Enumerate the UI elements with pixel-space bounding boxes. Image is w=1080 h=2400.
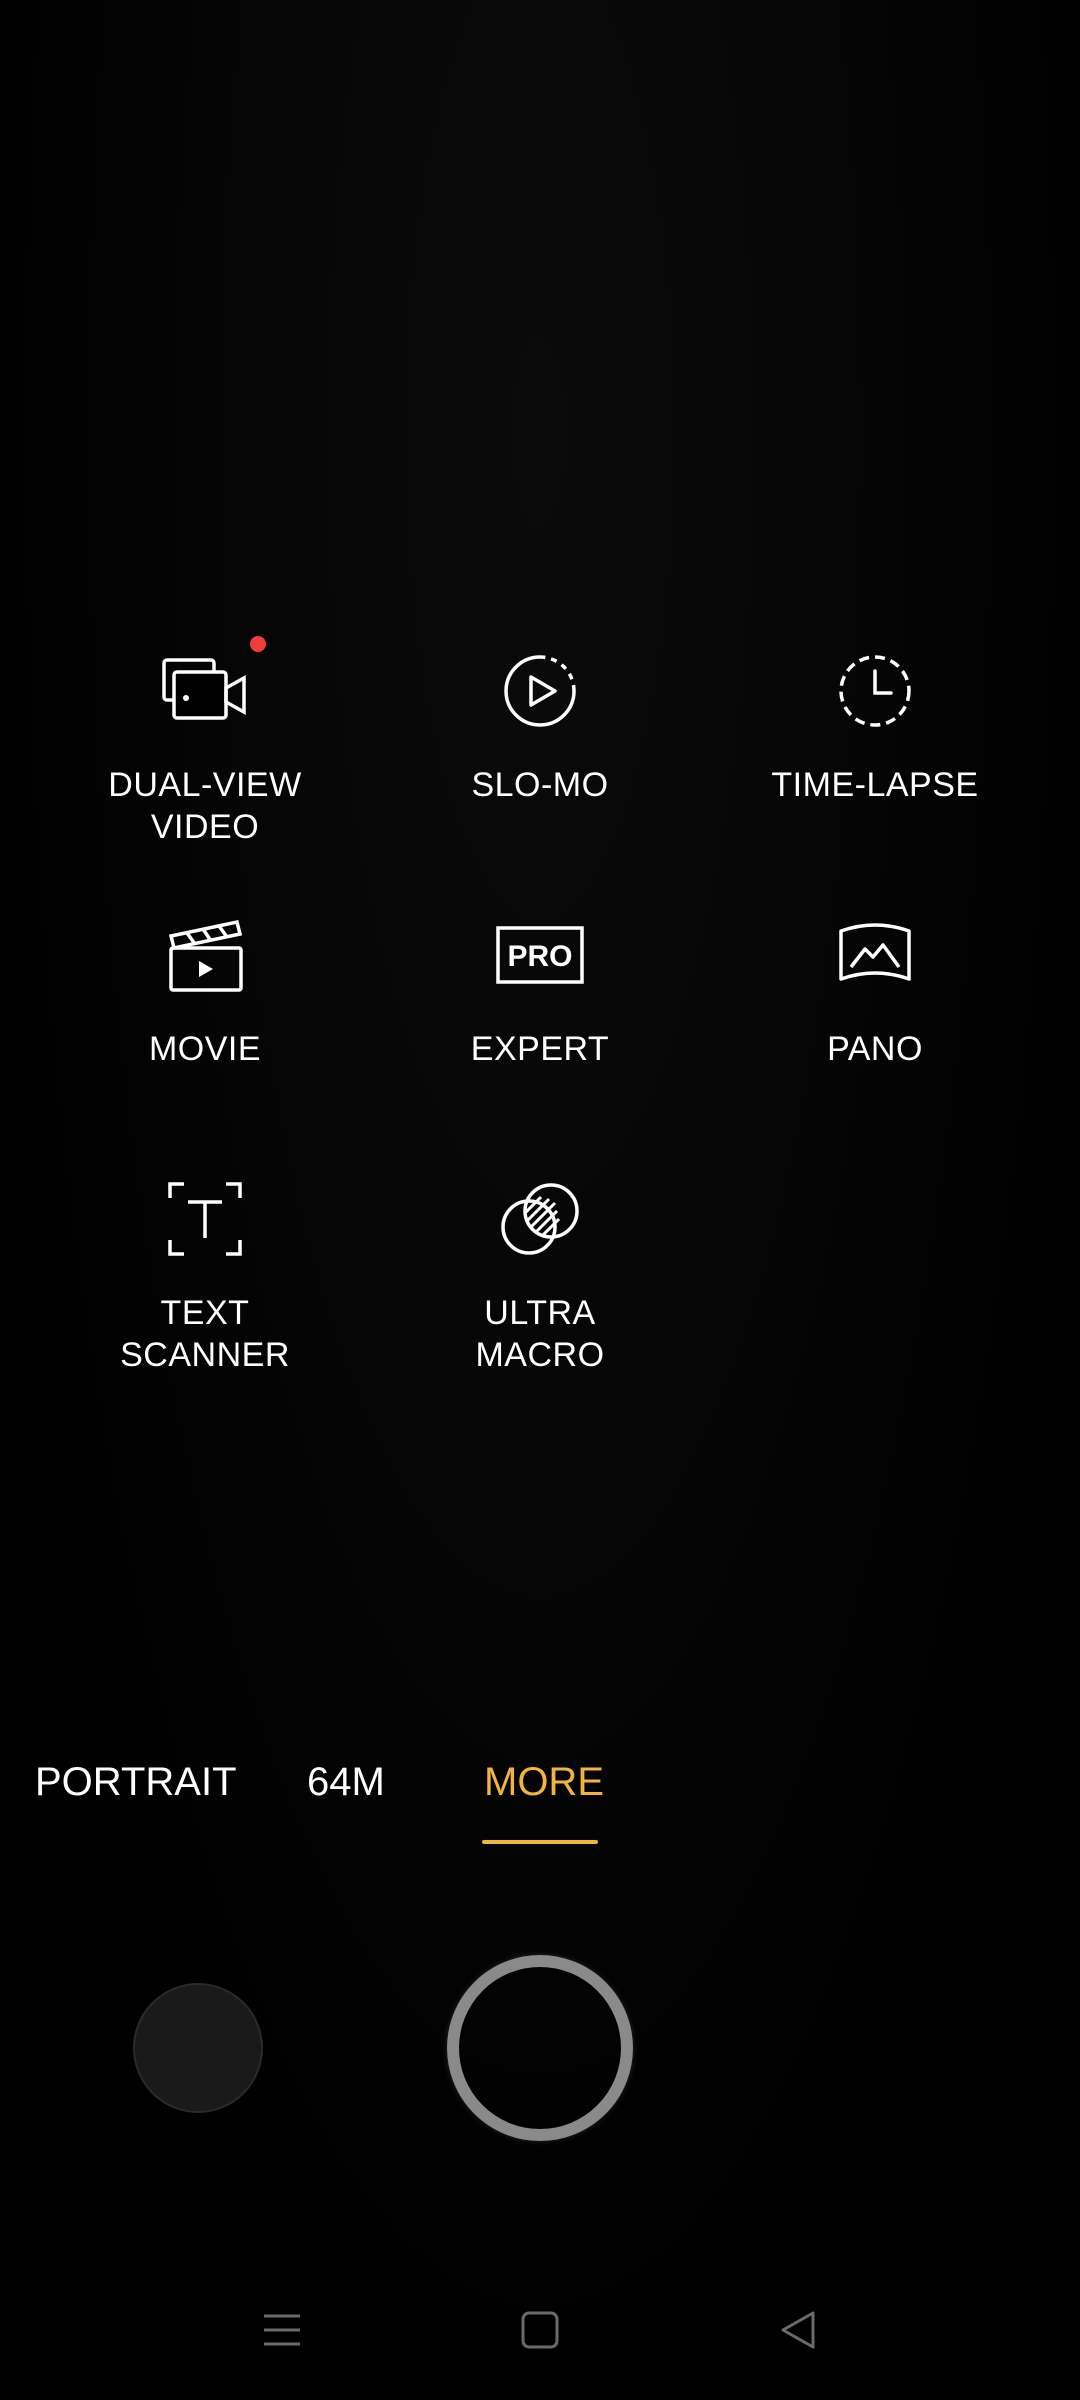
mode-time-lapse[interactable]: TIME-LAPSE [725,636,1025,806]
mode-tab-portrait[interactable]: PORTRAIT [35,1752,237,1812]
mode-text-scanner[interactable]: TEXT SCANNER [55,1164,355,1376]
home-icon [521,2311,559,2349]
mode-label: ULTRA MACRO [475,1294,605,1374]
mode-label: TEXT SCANNER [120,1294,290,1374]
back-button[interactable] [768,2300,828,2360]
back-icon [781,2311,815,2349]
mode-ultra-macro[interactable]: ULTRA MACRO [390,1164,690,1376]
text-scanner-icon [150,1164,260,1274]
mode-slo-mo[interactable]: SLO-MO [390,636,690,806]
gallery-thumbnail-button[interactable] [133,1983,263,2113]
mode-label: SLO-MO [471,766,609,804]
mode-label: MOVIE [148,1030,262,1068]
pro-icon: PRO [485,900,595,1010]
recent-apps-button[interactable] [252,2300,312,2360]
active-tab-indicator [482,1840,598,1844]
mode-pano[interactable]: PANO [725,900,1025,1070]
mode-label: EXPERT [470,1030,610,1068]
pro-icon-text: PRO [507,940,572,973]
mode-label: DUAL-VIEW VIDEO [108,766,302,846]
home-button[interactable] [510,2300,570,2360]
menu-icon [264,2314,300,2346]
ultra-macro-icon [485,1164,595,1274]
mode-tab-64m[interactable]: 64M [307,1752,385,1812]
dual-view-video-icon [150,636,260,746]
camera-mode-strip: PORTRAIT 64M MORE [0,1752,1080,1812]
movie-clapper-icon [150,900,260,1010]
new-badge-dot [250,636,266,652]
mode-tab-more[interactable]: MORE [484,1752,604,1812]
mode-label: TIME-LAPSE [771,766,979,804]
time-lapse-icon [820,636,930,746]
panorama-icon [820,900,930,1010]
shutter-button[interactable] [447,1955,633,2141]
mode-label: PANO [827,1030,923,1068]
mode-dual-view-video[interactable]: DUAL-VIEW VIDEO [55,636,355,848]
mode-movie[interactable]: MOVIE [55,900,355,1070]
mode-expert[interactable]: PRO EXPERT [390,900,690,1070]
slow-motion-icon [485,636,595,746]
